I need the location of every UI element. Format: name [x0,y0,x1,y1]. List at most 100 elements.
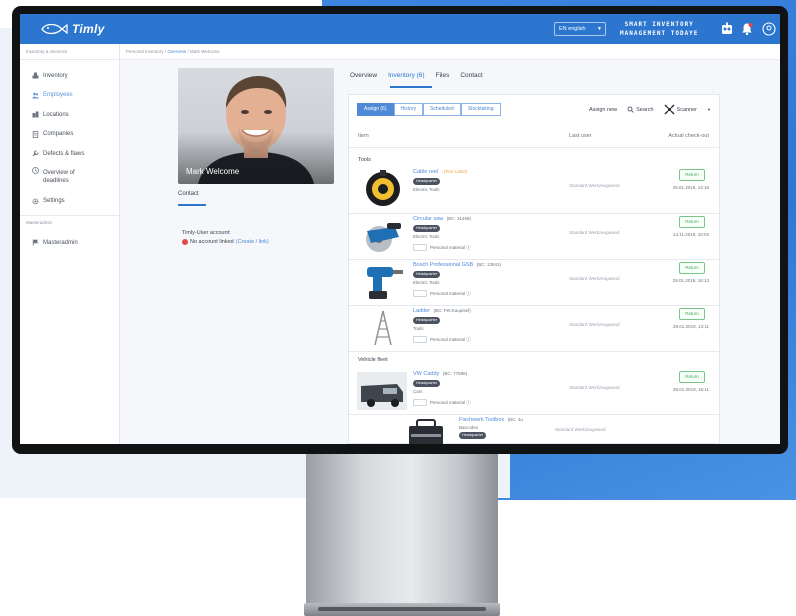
personal-material-label: Personal material ⓘ [430,336,471,342]
sidebar-item-inventory[interactable]: Inventory [20,66,119,86]
item-category: Electric Tools [413,234,440,239]
logo[interactable]: Timly [40,19,105,39]
cable-reel-image [366,170,400,206]
sidebar-item-employees[interactable]: Employees [20,86,119,106]
item-barcode: (BC: 4u [507,417,523,422]
item-name-link[interactable]: Ladder (BC: Pet.Kaupisel) [413,308,471,314]
scanner-label: Scanner [676,106,698,113]
sidebar-item-label: Settings [43,198,65,205]
item-name-link[interactable]: Cable reel (Test Label) [413,169,467,175]
toggle-box[interactable] [413,336,427,343]
item-category: Electric Tools [413,187,440,192]
robot-icon[interactable] [720,22,734,36]
sidebar-sub-header: Masteradmin [20,215,119,229]
sidebar-item-companies[interactable]: Companies [20,125,119,145]
personal-material-toggle[interactable]: Personal material ⓘ [413,244,471,251]
personal-material-toggle[interactable]: Personal material ⓘ [413,399,471,406]
checkout-date: 29.01.2019, 16:13 [672,278,709,283]
last-user: Standard Werkzeugwand [569,230,620,235]
assign-new-button[interactable]: Assign new [589,107,617,113]
main-tabs: Overview Inventory (6) Files Contact [350,72,483,79]
slogan-line-1: SMART INVENTORY [624,21,694,28]
subtab-assign[interactable]: Assign (6) [357,103,394,116]
item-barcode: (BC: 77586) [442,371,468,376]
item-category: Tools [413,326,424,331]
sidebar-header: Inventory & Services [20,44,119,60]
profile-photo: Mark Welcome [178,68,334,184]
table-row[interactable]: VW Caddy (BC: 77586) Headquarter Cars Pe… [349,369,719,413]
last-user: Standard Werkzeugwand [569,276,620,281]
sidebar-item-deadlines[interactable]: Overview of deadlines [20,164,119,192]
chevron-down-icon: ▼ [597,26,602,32]
item-name-link[interactable]: Fischwerk Toolbox (BC: 4u [459,417,523,423]
users-icon [32,92,39,99]
toggle-box[interactable] [413,244,427,251]
chevron-down-icon[interactable]: ▼ [707,107,711,112]
drill-image [367,267,403,299]
return-button[interactable]: Return [679,262,705,274]
slogan-line-2: MANAGEMENT TODAYE [620,30,699,37]
personal-material-toggle[interactable]: Personal material ⓘ [413,290,471,297]
tab-files[interactable]: Files [436,72,450,79]
tab-overview[interactable]: Overview [350,72,377,79]
subtab-stocktaking[interactable]: Stocktaking [460,103,501,116]
bell-icon[interactable] [740,22,754,36]
return-button[interactable]: Return [679,169,705,181]
sidebar-item-label: Overview of deadlines [43,170,75,185]
sidebar-item-settings[interactable]: Settings [20,192,119,212]
item-name-link[interactable]: Circular saw (BC: 31469) [413,216,471,222]
breadcrumb-overview[interactable]: Overview [167,49,186,54]
sidebar-item-label: Employees [43,92,73,99]
table-row[interactable]: Bosch Professional GSB (BC: 13541) Headq… [349,260,719,304]
scanner-button[interactable]: Scanner [664,104,698,115]
column-header-checkout: Actual check-out [668,133,709,139]
language-select[interactable]: EN english ▼ [554,22,606,36]
sidebar-item-label-line-2: deadlines [43,177,69,184]
item-name: Cable reel [413,169,439,175]
create-link-link[interactable]: (Create / link) [236,239,269,245]
location-badge: Headquarter [413,225,441,232]
item-name-link[interactable]: VW Caddy (BC: 77586) [413,371,467,377]
sidebar-item-masteradmin[interactable]: Masteradmin [20,233,119,253]
return-button[interactable]: Return [679,216,705,228]
toggle-box[interactable] [413,290,427,297]
item-name: Ladder [413,308,431,314]
sidebar-item-label: Inventory [43,72,68,79]
table-row[interactable]: Cable reel (Test Label) Headquarter Elec… [349,167,719,211]
clock-icon [32,166,39,174]
breadcrumb-root[interactable]: Personal Inventory [126,49,164,54]
item-name: VW Caddy [413,371,440,377]
subtab-history[interactable]: History [393,103,424,116]
language-value: EN english [559,26,586,32]
scanner-icon [664,104,675,115]
sidebar-item-locations[interactable]: Locations [20,105,119,125]
user-circle-icon[interactable] [762,22,776,36]
item-barcode: (BC: Pet.Kaupisel) [433,308,471,313]
search-button[interactable]: Search [627,106,654,113]
return-button[interactable]: Return [679,308,705,320]
item-name: Bosch Professional GSB [413,262,474,268]
last-user: Standard Werkzeugwand [569,385,620,390]
toggle-box[interactable] [413,399,427,406]
monitor-stand [306,450,498,610]
table-row[interactable]: Fischwerk Toolbox (BC: 4u Barcodes Headq… [395,415,765,444]
buildings-icon [32,111,39,118]
tab-contact[interactable]: Contact [460,72,482,79]
circular-saw-image [366,223,401,252]
subtab-scheduled[interactable]: Scheduled [423,103,461,116]
return-button[interactable]: Return [679,371,705,383]
personal-material-toggle[interactable]: Personal material ⓘ [413,336,471,343]
tab-inventory[interactable]: Inventory (6) [388,72,425,79]
tab-underline [390,86,432,88]
tab-underline [178,204,206,206]
personal-material-label: Personal material ⓘ [430,399,471,405]
checkout-date: 29.01.2019, 14:15 [672,185,709,190]
table-row[interactable]: Ladder (BC: Pet.Kaupisel) Headquarter To… [349,306,719,350]
checkout-date: 29.01.2019, 16:11 [673,387,709,392]
sidebar-item-defects[interactable]: Defects & flaws [20,144,119,164]
sidebar-item-label: Companies [43,131,74,138]
breadcrumb-separator: / [164,49,167,54]
item-name-link[interactable]: Bosch Professional GSB (BC: 13541) [413,262,501,268]
table-row[interactable]: Circular saw (BC: 31469) Headquarter Ele… [349,214,719,258]
tab-contact-left[interactable]: Contact [178,191,199,197]
